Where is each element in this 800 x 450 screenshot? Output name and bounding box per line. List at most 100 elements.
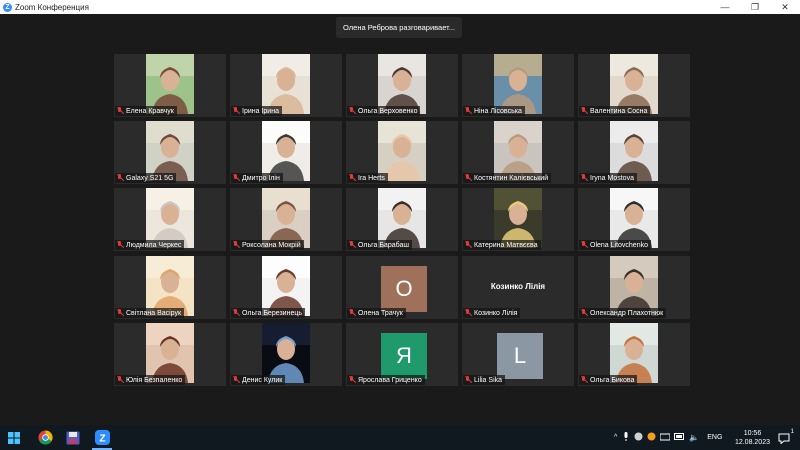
participant-tile[interactable]: Дмитро Ілін xyxy=(230,121,342,184)
system-tray: ^ 🔈 ENG xyxy=(614,425,722,450)
participant-video xyxy=(610,188,658,248)
muted-mic-icon xyxy=(116,174,124,182)
participant-tile[interactable]: Ніна Лісовська xyxy=(462,54,574,117)
participant-name-label: Денис Кулик xyxy=(231,375,286,385)
participant-name: Елена Кравчук xyxy=(126,107,174,115)
participant-tile[interactable]: Ольга Верховенко xyxy=(346,54,458,117)
muted-mic-icon xyxy=(116,309,124,317)
muted-mic-icon xyxy=(116,241,124,249)
participant-name: Валентина Сосна xyxy=(590,107,648,115)
windows-start-icon[interactable] xyxy=(4,428,24,447)
participant-tile[interactable]: Олександр Плахотнюк xyxy=(578,256,690,319)
participant-name: Олена Трачук xyxy=(358,309,403,317)
participant-video xyxy=(146,54,194,114)
app-tray-icon[interactable] xyxy=(634,432,643,443)
participant-avatar: Я xyxy=(381,333,427,379)
participant-tile[interactable]: Людмила Черкес xyxy=(114,188,226,251)
participant-name: Ольга Верховенко xyxy=(358,107,418,115)
muted-mic-icon xyxy=(232,107,240,115)
participant-video xyxy=(378,121,426,181)
participant-name-label: Ярослава Гриценко xyxy=(347,375,425,385)
taskbar: Z ^ 🔈 ENG 10:56 12.08.2023 1 xyxy=(0,425,800,450)
muted-mic-icon xyxy=(464,174,472,182)
muted-mic-icon xyxy=(116,107,124,115)
restore-button[interactable]: ❐ xyxy=(740,0,770,14)
participant-tile[interactable]: Ольга Березинець xyxy=(230,256,342,319)
participant-name-label: Ольга Бикова xyxy=(579,375,638,385)
close-button[interactable]: ✕ xyxy=(770,0,800,14)
language-indicator[interactable]: ENG xyxy=(707,434,722,441)
participant-name: Дмитро Ілін xyxy=(242,174,280,182)
participant-avatar: O xyxy=(381,266,427,312)
chrome-icon[interactable] xyxy=(35,428,55,447)
participant-tile[interactable]: Iryna Mostova xyxy=(578,121,690,184)
muted-mic-icon xyxy=(116,376,124,384)
participant-tile[interactable]: Ольга Бикова xyxy=(578,323,690,386)
participant-tile[interactable]: Ira Herts xyxy=(346,121,458,184)
participant-avatar: L xyxy=(497,333,543,379)
participant-name-label: Світлана Васірук xyxy=(115,308,185,318)
participant-display-name: Козинко Лілія xyxy=(490,282,546,291)
participant-tile[interactable]: Козинко Лілія Козинко Лілія xyxy=(462,256,574,319)
participant-tile[interactable]: Роксолана Мокрій xyxy=(230,188,342,251)
participant-name-label: Olena Litovchenko xyxy=(579,240,651,250)
participant-video xyxy=(610,121,658,181)
participant-name: Ірина Ірина xyxy=(242,107,279,115)
participant-name-label: Людмила Черкес xyxy=(115,240,185,250)
participant-name: Людмила Черкес xyxy=(126,241,182,249)
participant-tile[interactable]: Я Ярослава Гриценко xyxy=(346,323,458,386)
participant-name-label: Олена Трачук xyxy=(347,308,406,318)
notification-count-badge: 1 xyxy=(790,429,794,435)
participant-tile[interactable]: L Lilia Sika xyxy=(462,323,574,386)
participant-name: Ольга Березинець xyxy=(242,309,302,317)
participant-video xyxy=(262,323,310,383)
participant-name-label: Дмитро Ілін xyxy=(231,173,283,183)
participant-tile[interactable]: Ірина Ірина xyxy=(230,54,342,117)
clock[interactable]: 10:56 12.08.2023 xyxy=(735,429,770,447)
participant-tile[interactable]: Денис Кулик xyxy=(230,323,342,386)
participant-name: Юлія Безпаленко xyxy=(126,376,183,384)
muted-mic-icon xyxy=(464,376,472,384)
participant-video xyxy=(494,121,542,181)
notification-app-tray-icon[interactable] xyxy=(647,432,656,443)
participant-tile[interactable]: Елена Кравчук xyxy=(114,54,226,117)
participant-video xyxy=(146,256,194,316)
participant-tile[interactable]: O Олена Трачук xyxy=(346,256,458,319)
muted-mic-icon xyxy=(232,309,240,317)
participant-tile[interactable]: Galaxy S21 5G xyxy=(114,121,226,184)
participant-name-label: Lilia Sika xyxy=(463,375,506,385)
minimize-button[interactable]: — xyxy=(710,0,740,14)
participant-name-label: Ніна Лісовська xyxy=(463,106,525,116)
participant-name-label: Ольга Верховенко xyxy=(347,106,421,116)
participant-tile[interactable]: Юлія Безпаленко xyxy=(114,323,226,386)
participant-tile[interactable]: Катерина Матвєєва xyxy=(462,188,574,251)
participant-name: Ніна Лісовська xyxy=(474,107,522,115)
muted-mic-icon xyxy=(348,174,356,182)
microphone-tray-icon[interactable] xyxy=(623,431,629,444)
participant-name-label: Galaxy S21 5G xyxy=(115,173,177,183)
participant-video xyxy=(146,323,194,383)
participant-tile[interactable]: Світлана Васірук xyxy=(114,256,226,319)
volume-tray-icon[interactable]: 🔈 xyxy=(689,433,699,442)
participant-video xyxy=(494,54,542,114)
network-tray-icon[interactable] xyxy=(659,433,671,443)
show-hidden-icons-icon[interactable]: ^ xyxy=(614,434,617,441)
save-app-icon[interactable] xyxy=(63,428,83,447)
notifications-icon[interactable] xyxy=(778,431,790,449)
zoom-icon[interactable]: Z xyxy=(92,428,112,447)
participant-tile[interactable]: Olena Litovchenko xyxy=(578,188,690,251)
participant-tile[interactable]: Ольга Барабаш xyxy=(346,188,458,251)
muted-mic-icon xyxy=(232,174,240,182)
muted-mic-icon xyxy=(580,174,588,182)
participant-name-label: Юлія Безпаленко xyxy=(115,375,186,385)
muted-mic-icon xyxy=(348,241,356,249)
participant-name: Ira Herts xyxy=(358,174,385,182)
muted-mic-icon xyxy=(580,241,588,249)
participant-tile[interactable]: Валентина Сосна xyxy=(578,54,690,117)
muted-mic-icon xyxy=(348,376,356,384)
clock-time: 10:56 xyxy=(743,430,762,437)
participant-video xyxy=(262,256,310,316)
battery-tray-icon[interactable] xyxy=(674,433,685,442)
zoom-logo-icon: Z xyxy=(3,2,12,12)
participant-tile[interactable]: Костянтин Калієвський xyxy=(462,121,574,184)
